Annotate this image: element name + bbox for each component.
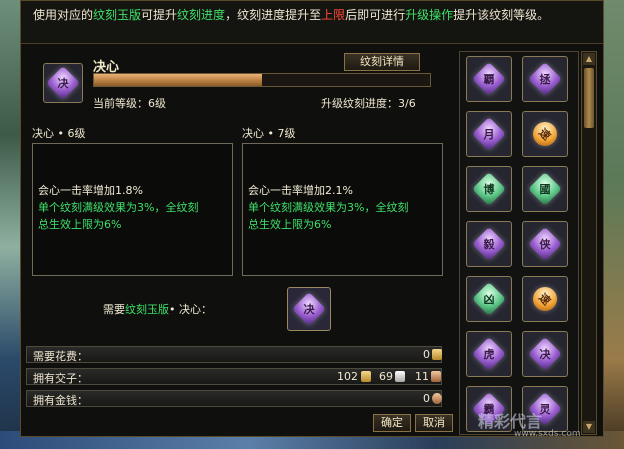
required-item-name: 纹刻玉版 (125, 303, 169, 316)
jiaozi-row: 拥有交子： 102 69 11 (26, 368, 442, 385)
jade-gem-icon: 速 (528, 117, 562, 151)
upgrade-progress-label: 升级纹刻进度：3/6 (321, 97, 416, 110)
jade-gem-icon: 國 (528, 172, 562, 206)
gem-character: 覇 (483, 73, 495, 86)
gem-character: 凶 (483, 293, 495, 306)
scroll-thumb[interactable] (584, 68, 594, 128)
next-effect-box: 会心一击率增加2.1% 单个纹刻满级效果为3%，全纹刻 总生效上限为6% (242, 143, 443, 276)
gem-character: 拯 (539, 73, 551, 86)
gem-character: 毅 (483, 238, 495, 251)
gold-coin-icon (361, 371, 371, 382)
cost-label: 需要花费： (33, 350, 88, 363)
watermark-url: www.sxds.com (514, 429, 581, 439)
current-effect-line: 会心一击率增加1.8% (38, 184, 143, 197)
engraving-list-item[interactable]: 覇 (466, 56, 512, 102)
scroll-up-arrow-icon[interactable]: ▲ (583, 53, 595, 65)
jade-gem-icon: 凶 (472, 282, 506, 316)
jiaozi-silver-value: 69 (379, 370, 393, 383)
engraving-upgrade-panel: 使用对应的纹刻玉版可提升纹刻进度，纹刻进度提升至上限后即可进行升级操作提升该纹刻… (20, 0, 604, 437)
background-scene-right (602, 0, 624, 449)
current-effect-note-2: 总生效上限为6% (38, 218, 122, 231)
next-effect-line: 会心一击率增加2.1% (248, 184, 353, 197)
engrave-progress-term: 纹刻进度 (177, 8, 226, 22)
jade-gem-icon: 覇 (472, 62, 506, 96)
engraving-list-item[interactable]: 月 (466, 111, 512, 157)
engrave-progress-bar (93, 73, 431, 87)
engraving-list-item[interactable]: 毅 (466, 221, 512, 267)
next-effect-note-2: 总生效上限为6% (248, 218, 332, 231)
gem-character: 國 (539, 183, 551, 196)
current-effect-box: 会心一击率增加1.8% 单个纹刻满级效果为3%，全纹刻 总生效上限为6% (32, 143, 233, 276)
engraving-list-item[interactable]: 决 (522, 331, 568, 377)
cost-value: 0 (423, 348, 430, 361)
instruction-text: 使用对应的纹刻玉版可提升纹刻进度，纹刻进度提升至上限后即可进行升级操作提升该纹刻… (33, 8, 550, 22)
engraving-list-item[interactable]: 侠 (522, 221, 568, 267)
current-effect-heading: 决心 • 6级 (32, 127, 86, 140)
jiaozi-label: 拥有交子： (33, 372, 88, 385)
copper-coin-icon (432, 393, 442, 404)
cost-row: 需要花费： 0 (26, 346, 442, 363)
engraving-list-item[interactable]: 國 (522, 166, 568, 212)
jade-tablet-icon: 决 (292, 292, 326, 326)
jade-gem-icon: 速 (528, 282, 562, 316)
jade-gem-icon: 决 (46, 66, 80, 100)
copper-coin-icon (431, 371, 441, 382)
upgrade-operation-term: 升级操作 (405, 8, 454, 22)
engraving-list-item[interactable]: 速 (522, 111, 568, 157)
jiaozi-gold-value: 102 (337, 370, 358, 383)
confirm-button[interactable]: 确定 (373, 414, 411, 432)
money-value: 0 (423, 392, 430, 405)
gem-character: 侠 (539, 238, 551, 251)
gold-coin-icon (432, 349, 442, 360)
next-effect-note: 单个纹刻满级效果为3%，全纹刻 (248, 201, 409, 214)
engraving-list-item[interactable]: 拯 (522, 56, 568, 102)
jade-gem-icon: 侠 (528, 227, 562, 261)
jade-gem-icon: 毅 (472, 227, 506, 261)
instruction-banner: 使用对应的纹刻玉版可提升纹刻进度，纹刻进度提升至上限后即可进行升级操作提升该纹刻… (21, 1, 603, 44)
money-row: 拥有金钱： 0 (26, 390, 442, 407)
engraving-list-item[interactable]: 速 (522, 276, 568, 322)
gem-character: 决 (539, 348, 551, 361)
limit-term: 上限 (321, 8, 346, 22)
gem-character: 月 (483, 128, 495, 141)
engraving-list-item[interactable]: 虎 (466, 331, 512, 377)
gem-character: 速 (536, 125, 554, 143)
gem-character: 博 (483, 183, 495, 196)
requirement-label: 需要纹刻玉版• 决心： (103, 303, 212, 316)
jiaozi-copper-value: 11 (415, 370, 429, 383)
cancel-button[interactable]: 取消 (415, 414, 453, 432)
required-item-slot[interactable]: 决 (287, 287, 331, 331)
current-effect-note: 单个纹刻满级效果为3%，全纹刻 (38, 201, 199, 214)
background-scene-left (0, 0, 20, 449)
gem-character: 速 (536, 290, 554, 308)
jade-gem-icon: 月 (472, 117, 506, 151)
item-jade-tablet-term: 纹刻玉版 (93, 8, 142, 22)
next-effect-heading: 决心 • 7级 (242, 127, 296, 140)
engrave-progress-fill (94, 74, 262, 86)
money-label: 拥有金钱： (33, 394, 88, 407)
jade-gem-icon: 决 (528, 337, 562, 371)
current-level-label: 当前等级：6级 (93, 97, 166, 110)
engraving-skill-icon: 决 (43, 63, 83, 103)
jade-gem-icon: 拯 (528, 62, 562, 96)
engraving-list-item[interactable]: 凶 (466, 276, 512, 322)
silver-coin-icon (395, 371, 405, 382)
engraving-list-item[interactable]: 博 (466, 166, 512, 212)
jade-gem-icon: 虎 (472, 337, 506, 371)
engraving-list: 覇拯月速博國毅侠凶速虎决霸灵 (459, 51, 579, 435)
engraving-details-button[interactable]: 纹刻详情 (344, 53, 420, 71)
engraving-list-scrollbar[interactable]: ▲ ▼ (581, 51, 597, 435)
gem-character: 虎 (483, 348, 495, 361)
jade-gem-icon: 博 (472, 172, 506, 206)
